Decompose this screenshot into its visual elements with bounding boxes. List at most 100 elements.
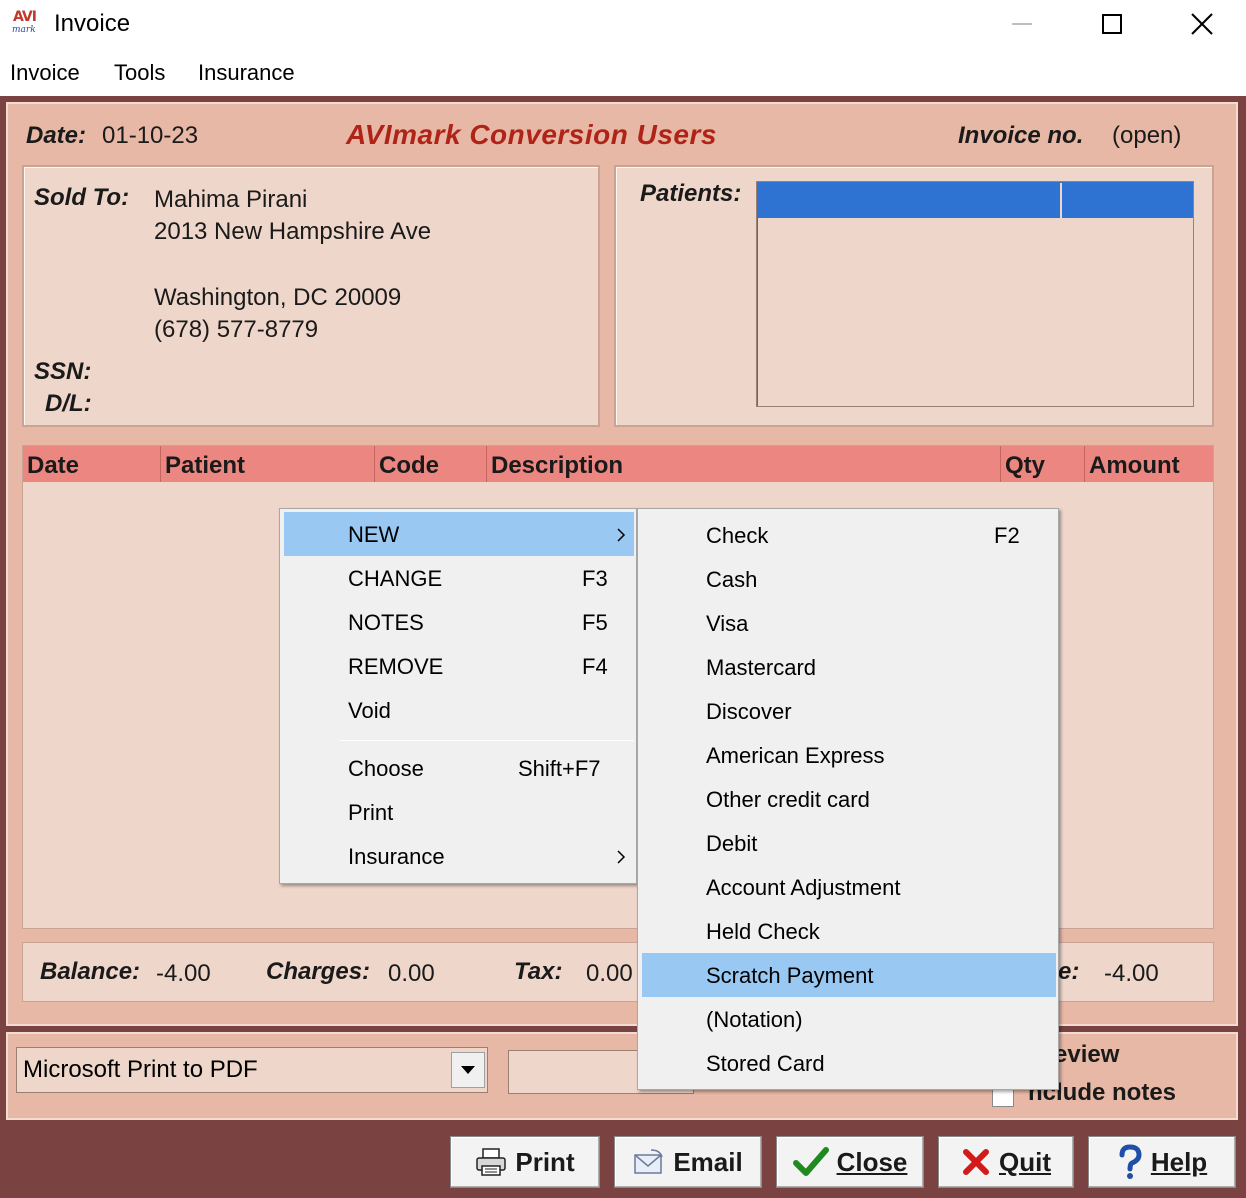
context-menu-remove-label: REMOVE — [348, 654, 444, 679]
menu-insurance[interactable]: Insurance — [198, 60, 295, 86]
final-total-value: -4.00 — [1104, 960, 1159, 987]
submenu-cash[interactable]: Cash — [642, 557, 1056, 601]
context-menu-insurance[interactable]: Insurance — [284, 834, 634, 878]
ssn-label: SSN: — [34, 358, 92, 385]
submenu-account-adjustment-label: Account Adjustment — [706, 875, 901, 900]
context-menu-remove[interactable]: REMOVE F4 — [284, 644, 634, 688]
context-menu-print[interactable]: Print — [284, 790, 634, 834]
context-menu-remove-shortcut: F4 — [582, 654, 608, 679]
close-button[interactable]: Close — [776, 1136, 924, 1188]
date-label: Date: — [26, 122, 87, 149]
column-patient[interactable]: Patient — [161, 446, 375, 482]
chevron-right-icon — [617, 528, 626, 542]
help-button[interactable]: Help — [1088, 1136, 1236, 1188]
submenu-debit-label: Debit — [706, 831, 758, 856]
printer-icon — [476, 1148, 507, 1176]
submenu-stored-card-label: Stored Card — [706, 1051, 825, 1076]
logo-text-top: AVI — [13, 9, 37, 25]
title-bar: AVI mark Invoice — [0, 0, 1246, 48]
dl-label: D/L: — [45, 390, 92, 417]
tax-label: Tax: — [514, 958, 563, 985]
context-menu-new-label: NEW — [348, 522, 400, 547]
help-button-label: Help — [1150, 1146, 1208, 1177]
window-title: Invoice — [54, 10, 131, 37]
checkmark-icon — [792, 1147, 829, 1176]
context-menu-choose-label: Choose — [348, 756, 424, 781]
app-logo: AVI mark — [10, 9, 46, 39]
submenu-check-shortcut: F2 — [994, 523, 1020, 548]
patients-selected-row-col2[interactable] — [1062, 182, 1193, 218]
patients-list[interactable] — [756, 181, 1194, 407]
submenu-held-check[interactable]: Held Check — [642, 909, 1056, 953]
preview-label: eview — [1054, 1041, 1120, 1068]
print-button[interactable]: Print — [450, 1136, 600, 1188]
printer-dropdown-button[interactable] — [451, 1052, 485, 1088]
invoice-no-label: Invoice no. — [958, 122, 1084, 149]
submenu-check[interactable]: Check F2 — [642, 513, 1056, 557]
context-menu-change[interactable]: CHANGE F3 — [284, 556, 634, 600]
client-phone: (678) 577-8779 — [154, 316, 319, 343]
submenu-other-credit-card[interactable]: Other credit card — [642, 777, 1056, 821]
column-qty[interactable]: Qty — [1001, 446, 1085, 482]
submenu-visa[interactable]: Visa — [642, 601, 1056, 645]
patients-label: Patients: — [640, 180, 742, 207]
client-name: Mahima Pirani — [154, 186, 308, 213]
submenu-visa-label: Visa — [706, 611, 749, 636]
submenu-check-label: Check — [706, 523, 769, 548]
close-button-label: Close — [836, 1146, 908, 1177]
submenu-discover-label: Discover — [706, 699, 792, 724]
context-menu-change-label: CHANGE — [348, 566, 443, 591]
context-menu-choose-shortcut: Shift+F7 — [518, 756, 601, 781]
close-icon — [1191, 13, 1213, 35]
column-date[interactable]: Date — [23, 446, 161, 482]
menu-tools[interactable]: Tools — [114, 60, 165, 86]
question-mark-icon — [1119, 1144, 1142, 1179]
maximize-icon — [1102, 14, 1122, 34]
submenu-mastercard-label: Mastercard — [706, 655, 817, 680]
submenu-notation[interactable]: (Notation) — [642, 997, 1056, 1041]
client-city-state-zip: Washington, DC 20009 — [154, 284, 402, 311]
context-menu-void[interactable]: Void — [284, 688, 634, 732]
maximize-button[interactable] — [1066, 0, 1158, 48]
context-menu-notes[interactable]: NOTES F5 — [284, 600, 634, 644]
context-menu: NEW CHANGE F3 NOTES F5 REMOVE F4 Void Ch… — [279, 508, 637, 884]
column-code[interactable]: Code — [375, 446, 487, 482]
patients-selected-row-col1[interactable] — [757, 182, 1060, 218]
context-menu-new[interactable]: NEW — [284, 512, 634, 556]
submenu-account-adjustment[interactable]: Account Adjustment — [642, 865, 1056, 909]
quit-button[interactable]: Quit — [938, 1136, 1074, 1188]
submenu-other-credit-card-label: Other credit card — [706, 787, 870, 812]
final-total-label: e: — [1058, 958, 1080, 985]
submenu-american-express[interactable]: American Express — [642, 733, 1056, 777]
balance-label: Balance: — [40, 958, 141, 985]
charges-label: Charges: — [266, 958, 371, 985]
logo-text-bottom: mark — [12, 25, 36, 35]
email-button[interactable]: Email — [614, 1136, 762, 1188]
invoice-no: (open) — [1112, 122, 1182, 149]
context-menu-insurance-label: Insurance — [348, 844, 445, 869]
submenu-cash-label: Cash — [706, 567, 758, 592]
clinic-name: AVImark Conversion Users — [346, 119, 717, 150]
column-amount[interactable]: Amount — [1085, 446, 1213, 482]
submenu-mastercard[interactable]: Mastercard — [642, 645, 1056, 689]
context-menu-change-shortcut: F3 — [582, 566, 608, 591]
submenu-stored-card[interactable]: Stored Card — [642, 1041, 1056, 1085]
envelope-icon — [634, 1149, 664, 1174]
new-submenu: Check F2 Cash Visa Mastercard Discover A… — [637, 508, 1059, 1090]
close-window-button[interactable] — [1156, 0, 1246, 48]
menu-invoice[interactable]: Invoice — [10, 60, 80, 86]
grid-header: Date Patient Code Description Qty Amount — [23, 446, 1213, 482]
submenu-scratch-payment[interactable]: Scratch Payment — [642, 953, 1056, 997]
context-menu-notes-shortcut: F5 — [582, 610, 608, 635]
context-menu-print-label: Print — [348, 800, 394, 825]
printer-select[interactable]: Microsoft Print to PDF — [16, 1047, 488, 1093]
quit-button-label: Quit — [999, 1146, 1051, 1177]
submenu-debit[interactable]: Debit — [642, 821, 1056, 865]
submenu-american-express-label: American Express — [706, 743, 885, 768]
submenu-notation-label: (Notation) — [706, 1007, 803, 1032]
chevron-right-icon — [617, 850, 626, 864]
context-menu-choose[interactable]: Choose Shift+F7 — [284, 746, 634, 790]
minimize-button[interactable] — [976, 0, 1068, 48]
column-description[interactable]: Description — [487, 446, 1001, 482]
submenu-discover[interactable]: Discover — [642, 689, 1056, 733]
